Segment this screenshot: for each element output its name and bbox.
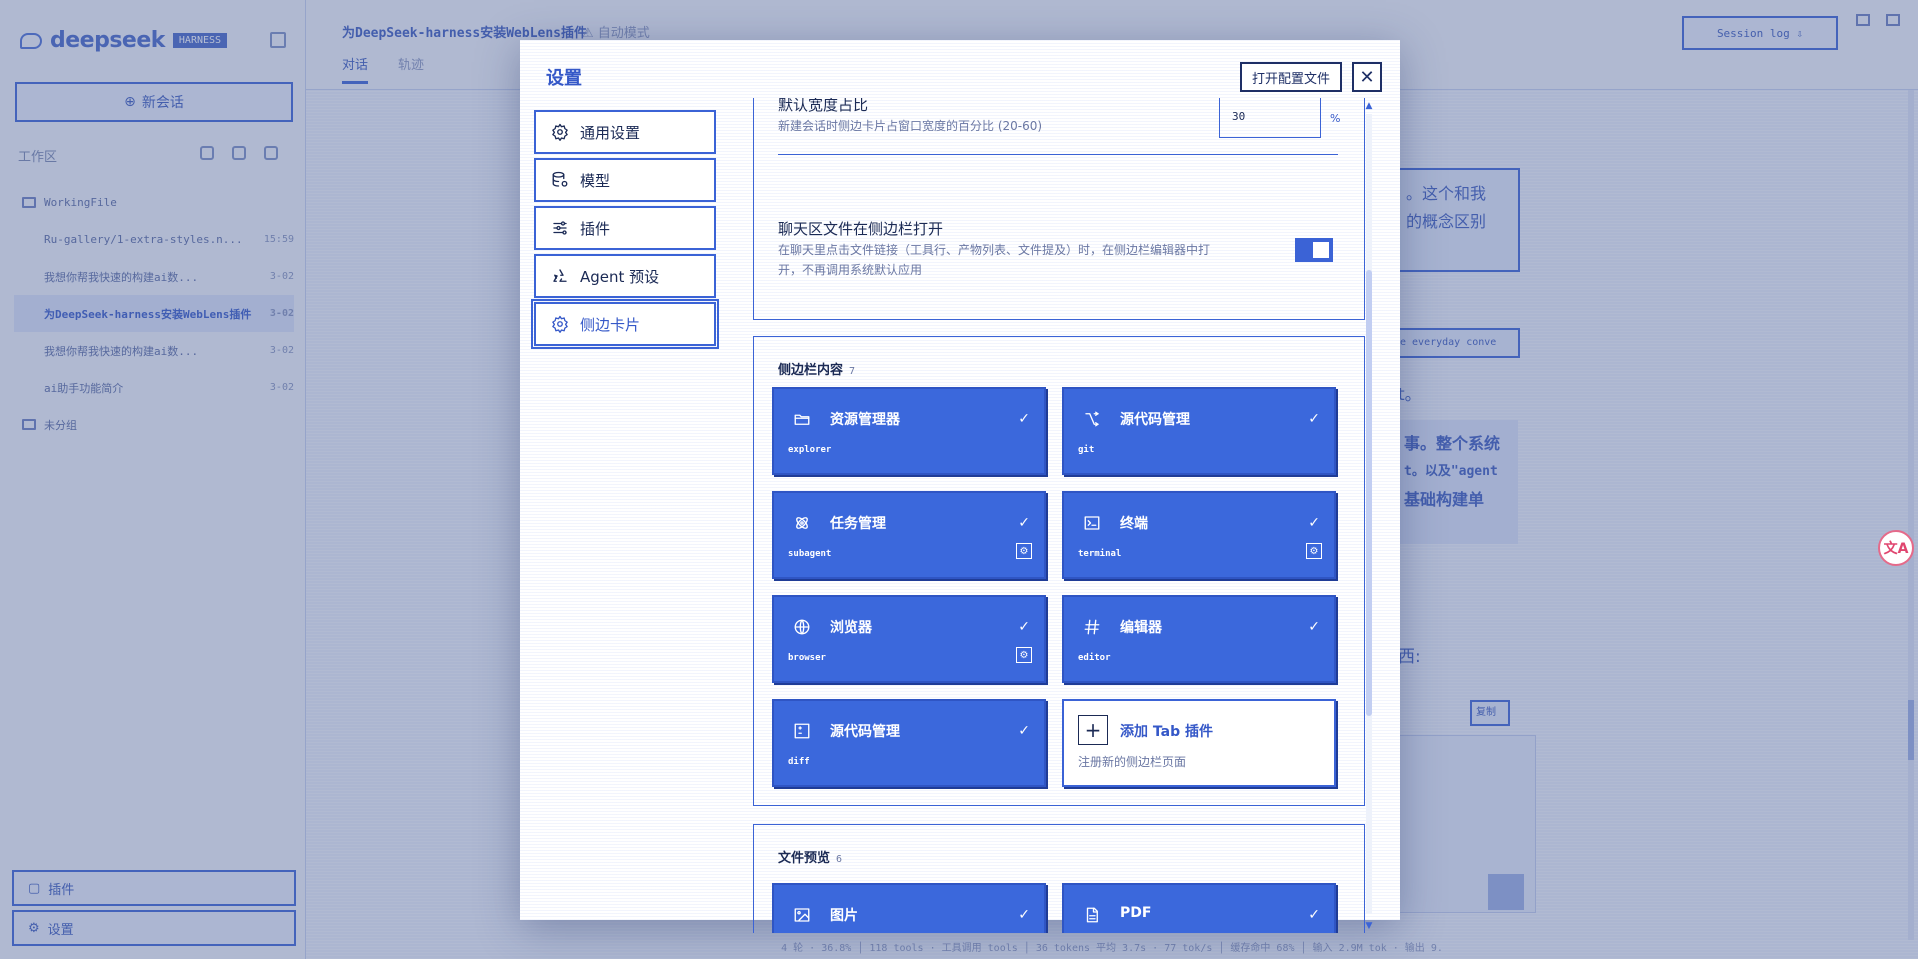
add-tab-plugin-desc: 注册新的侧边栏页面: [1078, 755, 1187, 769]
card-title: 终端: [1120, 516, 1148, 532]
nav-item-label: 插件: [580, 219, 611, 238]
check-icon[interactable]: ✓: [1018, 907, 1030, 923]
scroll-thumb[interactable]: [1366, 270, 1372, 716]
image-icon: [792, 905, 812, 925]
card-id: editor: [1078, 653, 1111, 663]
check-icon[interactable]: ✓: [1308, 619, 1320, 635]
section-heading: 侧边栏内容 7: [778, 359, 855, 378]
file-preview-section: 文件预览 6 图片 ✓ PDF ✓: [753, 824, 1365, 933]
card-id: terminal: [1078, 549, 1122, 559]
card-id: subagent: [788, 549, 832, 559]
settings-scrollbar[interactable]: ▲ ▼: [1363, 100, 1375, 932]
close-button[interactable]: ✕: [1352, 62, 1382, 92]
card-settings-icon[interactable]: ⚙: [1016, 647, 1032, 663]
check-icon[interactable]: ✓: [1308, 515, 1320, 531]
nav-item-label: 模型: [580, 171, 611, 190]
nav-item[interactable]: 插件: [534, 206, 716, 250]
card-title: 任务管理: [830, 516, 886, 532]
card-title: 源代码管理: [1120, 412, 1190, 428]
add-tab-plugin-title: 添加 Tab 插件: [1120, 724, 1213, 740]
check-icon[interactable]: ✓: [1308, 907, 1320, 923]
file-icon: [1082, 905, 1102, 925]
card-id: browser: [788, 653, 826, 663]
card-title: PDF: [1120, 905, 1152, 921]
settings-modal: 设置 打开配置文件 ✕ 通用设置模型插件 Agent 预设 侧边卡片 默认宽度占比 …: [520, 40, 1400, 933]
gear-icon: [550, 315, 570, 333]
nav-item-label: 通用设置: [580, 123, 641, 142]
divider: [778, 154, 1338, 155]
recycle-icon: [550, 267, 570, 285]
scroll-up-icon[interactable]: ▲: [1363, 100, 1375, 112]
sidebar-card[interactable]: 资源管理器 explorer ✓: [772, 387, 1046, 475]
atom-icon: [792, 513, 812, 533]
open-in-sidebar-desc-line: 开，不再调用系统默认应用: [778, 263, 923, 277]
close-icon: ✕: [1359, 66, 1375, 88]
nav-item-label: Agent 预设: [580, 267, 660, 286]
git-branch-icon: [1082, 409, 1102, 429]
width-ratio-input[interactable]: 30: [1219, 98, 1321, 138]
nav-item[interactable]: Agent 预设: [534, 254, 716, 298]
open-config-button[interactable]: 打开配置文件: [1240, 62, 1342, 92]
sidebar-card[interactable]: 图片 ✓: [772, 883, 1046, 933]
sidebar-card[interactable]: 终端 terminal ✓ ⚙: [1062, 491, 1336, 579]
sidebar-card[interactable]: 源代码管理 git ✓: [1062, 387, 1336, 475]
open-in-sidebar-desc-line: 在聊天里点击文件链接（工具行、产物列表、文件提及）时，在侧边栏编辑器中打: [778, 243, 1211, 257]
diff-icon: [792, 721, 812, 741]
card-settings-icon[interactable]: ⚙: [1306, 543, 1322, 559]
width-unit: %: [1330, 112, 1341, 125]
translate-icon[interactable]: 文A: [1878, 530, 1914, 566]
check-icon[interactable]: ✓: [1018, 723, 1030, 739]
check-icon[interactable]: ✓: [1018, 411, 1030, 427]
hash-icon: [1082, 617, 1102, 637]
card-title: 编辑器: [1120, 620, 1162, 636]
card-title: 浏览器: [830, 620, 872, 636]
card-title: 资源管理器: [830, 412, 900, 428]
toggle-knob: [1313, 242, 1329, 258]
card-title: 源代码管理: [830, 724, 900, 740]
open-in-sidebar-label: 聊天区文件在侧边栏打开: [778, 220, 944, 238]
sidebar-card[interactable]: 浏览器 browser ✓ ⚙: [772, 595, 1046, 683]
nav-item-label: 侧边卡片: [580, 315, 641, 334]
section-count: 6: [836, 854, 843, 865]
open-in-sidebar-desc: 在聊天里点击文件链接（工具行、产物列表、文件提及）时，在侧边栏编辑器中打 开，不…: [778, 240, 1210, 280]
check-icon[interactable]: ✓: [1018, 619, 1030, 635]
plus-icon: +: [1078, 715, 1108, 745]
check-icon[interactable]: ✓: [1308, 411, 1320, 427]
general-settings-section: 默认宽度占比 新建会话时侧边卡片占窗口宽度的百分比 (20-60) 30 % 聊…: [753, 98, 1365, 320]
nav-item[interactable]: 侧边卡片: [531, 299, 719, 349]
open-in-sidebar-toggle[interactable]: [1295, 238, 1333, 262]
gear-icon: [550, 123, 570, 141]
card-settings-icon[interactable]: ⚙: [1016, 543, 1032, 559]
section-heading: 文件预览 6: [778, 847, 842, 866]
section-title: 侧边栏内容: [778, 363, 844, 378]
card-title: 图片: [830, 908, 858, 924]
section-count: 7: [849, 366, 856, 377]
add-tab-plugin-card[interactable]: + 添加 Tab 插件 注册新的侧边栏页面: [1062, 699, 1336, 787]
card-id: explorer: [788, 445, 832, 455]
card-id: git: [1078, 445, 1095, 455]
settings-nav: 通用设置模型插件 Agent 预设 侧边卡片: [531, 110, 719, 350]
folder-icon: [792, 409, 812, 429]
scroll-down-icon[interactable]: ▼: [1363, 920, 1375, 932]
modal-title: 设置: [546, 68, 582, 89]
nav-item[interactable]: 模型: [534, 158, 716, 202]
sidebar-content-section: 侧边栏内容 7 资源管理器 explorer ✓ 源代码管理 git ✓ 任务管理 subage…: [753, 336, 1365, 806]
section-title: 文件预览: [778, 851, 831, 866]
globe-icon: [792, 617, 812, 637]
nav-item[interactable]: 通用设置: [534, 110, 716, 154]
sidebar-card[interactable]: PDF ✓: [1062, 883, 1336, 933]
terminal-icon: [1082, 513, 1102, 533]
check-icon[interactable]: ✓: [1018, 515, 1030, 531]
sidebar-card[interactable]: 编辑器 editor ✓: [1062, 595, 1336, 683]
width-ratio-desc: 新建会话时侧边卡片占窗口宽度的百分比 (20-60): [778, 119, 1043, 133]
sidebar-card[interactable]: 源代码管理 diff ✓: [772, 699, 1046, 787]
settings-content: 默认宽度占比 新建会话时侧边卡片占窗口宽度的百分比 (20-60) 30 % 聊…: [753, 98, 1383, 933]
width-ratio-label: 默认宽度占比: [778, 98, 869, 114]
sliders-icon: [550, 219, 570, 237]
sidebar-card[interactable]: 任务管理 subagent ✓ ⚙: [772, 491, 1046, 579]
database-icon: [550, 171, 570, 189]
card-id: diff: [788, 757, 810, 767]
